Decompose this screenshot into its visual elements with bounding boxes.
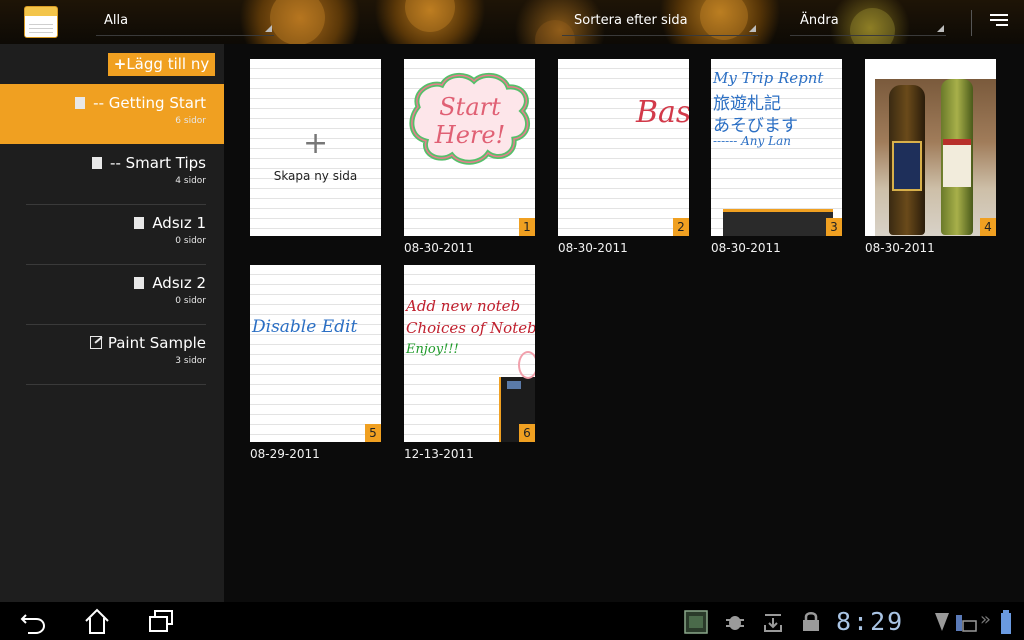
notebook-item-smart-tips[interactable]: -- Smart Tips 4 sidor — [0, 144, 224, 204]
embedded-screenshot — [723, 209, 833, 236]
page-thumbnail-6[interactable]: Add new noteb Choices of Noteb Enjoy!!! … — [404, 265, 535, 442]
page-handwriting-line: ------ Any Lan — [713, 134, 791, 148]
notebook-item-getting-start[interactable]: -- Getting Start 6 sidor — [0, 84, 224, 144]
keyboard-icon — [956, 615, 977, 632]
page-handwriting-line: My Trip Repnt — [713, 69, 824, 87]
plus-icon: + — [113, 55, 127, 73]
notebook-icon — [134, 277, 145, 289]
notebook-title: -- Smart Tips — [110, 154, 206, 172]
home-icon[interactable] — [82, 606, 112, 636]
paint-notebook-icon — [89, 336, 102, 349]
page-number-badge: 4 — [980, 218, 996, 236]
back-icon[interactable] — [18, 606, 48, 636]
page-thumbnail-2[interactable]: Bas 2 — [558, 59, 689, 236]
page-handwriting-line: Enjoy!!! — [406, 342, 459, 357]
page-date: 12-13-2011 — [404, 447, 474, 461]
notebook-item-adsiz-1[interactable]: Adsız 1 0 sidor — [0, 204, 224, 264]
page-number-badge: 5 — [365, 424, 381, 442]
chevron-icon: » — [980, 609, 992, 630]
lock-icon[interactable] — [800, 610, 822, 632]
page-handwriting-line: あそびます — [713, 116, 798, 136]
status-clock[interactable]: 8:29 — [836, 607, 904, 636]
sort-label: Sortera efter sida — [574, 13, 688, 28]
filter-spinner[interactable]: Alla — [96, 0, 274, 36]
page-thumbnail-4[interactable]: 4 — [865, 59, 996, 236]
notebook-divider — [26, 384, 206, 385]
gallery-notification-icon[interactable] — [684, 610, 708, 634]
plus-icon: + — [303, 126, 329, 161]
notebook-title: Paint Sample — [107, 334, 206, 352]
bottle-label — [943, 139, 971, 187]
bottle-right — [941, 79, 973, 235]
page-date: 08-29-2011 — [250, 447, 320, 461]
sort-dropdown-icon — [749, 25, 756, 32]
page-number-badge: 3 — [826, 218, 842, 236]
notebook-icon — [134, 217, 145, 229]
battery-icon — [1001, 610, 1011, 634]
edit-spinner[interactable]: Ändra — [790, 0, 946, 36]
notebook-item-paint-sample[interactable]: Paint Sample 3 sidor — [0, 324, 224, 384]
page-handwriting-line: Choices of Noteb — [406, 319, 535, 337]
notebook-item-adsiz-2[interactable]: Adsız 2 0 sidor — [0, 264, 224, 324]
sort-spinner[interactable]: Sortera efter sida — [562, 0, 758, 36]
notebook-page-count: 4 sidor — [175, 176, 206, 186]
page-date: 08-30-2011 — [711, 241, 781, 255]
create-page-tile[interactable]: + Skapa ny sida — [250, 59, 381, 236]
recent-apps-icon[interactable] — [146, 606, 176, 636]
actionbar-divider — [971, 10, 972, 36]
filter-dropdown-icon — [265, 25, 272, 32]
notebook-icon — [75, 97, 86, 109]
page-thumbnail-5[interactable]: Disable Edit 5 — [250, 265, 381, 442]
notebook-icon — [92, 157, 103, 169]
page-thumbnail-3[interactable]: My Trip Repnt 旅遊札記 あそびます ------ Any Lan … — [711, 59, 842, 236]
page-handwriting-line: Add new noteb — [406, 297, 521, 315]
supernote-app-icon[interactable] — [24, 6, 58, 38]
page-date: 08-30-2011 — [865, 241, 935, 255]
system-bar: 8:29 » — [0, 602, 1024, 640]
notebook-page-count: 3 sidor — [175, 356, 206, 366]
page-handwriting: Start Here! — [434, 93, 506, 149]
bottle-left — [889, 85, 925, 235]
notebook-page-count: 6 sidor — [175, 116, 206, 126]
page-number-badge: 2 — [673, 218, 689, 236]
pen-stroke — [518, 351, 535, 379]
usb-debug-icon[interactable] — [724, 611, 746, 633]
page-date: 08-30-2011 — [558, 241, 628, 255]
notebook-sidebar: +Lägg till ny -- Getting Start 6 sidor -… — [0, 44, 224, 602]
notebook-title: Adsız 2 — [152, 274, 206, 292]
page-thumbnail-1[interactable]: Start Here! 1 — [404, 59, 535, 236]
notebook-page-count: 0 sidor — [175, 236, 206, 246]
page-number-badge: 6 — [519, 424, 535, 442]
wifi-icon — [935, 613, 949, 631]
page-handwriting: Disable Edit — [252, 317, 358, 337]
bottle-label — [892, 141, 922, 191]
page-number-badge: 1 — [519, 218, 535, 236]
download-icon[interactable] — [762, 611, 784, 633]
page-handwriting: Bas — [636, 95, 689, 130]
filter-label: Alla — [104, 13, 129, 28]
notebook-page-count: 0 sidor — [175, 296, 206, 306]
add-notebook-label: Lägg till ny — [126, 55, 210, 73]
add-notebook-button[interactable]: +Lägg till ny — [108, 53, 215, 76]
notebook-title: -- Getting Start — [93, 94, 206, 112]
overflow-menu-icon[interactable] — [990, 14, 1008, 30]
edit-dropdown-icon — [937, 25, 944, 32]
page-date: 08-30-2011 — [404, 241, 474, 255]
action-bar: Alla Sortera efter sida Ändra — [0, 0, 1024, 44]
notebook-title: Adsız 1 — [152, 214, 206, 232]
bottles-photo — [875, 79, 996, 236]
create-page-label: Skapa ny sida — [273, 169, 358, 183]
edit-label: Ändra — [800, 13, 839, 28]
